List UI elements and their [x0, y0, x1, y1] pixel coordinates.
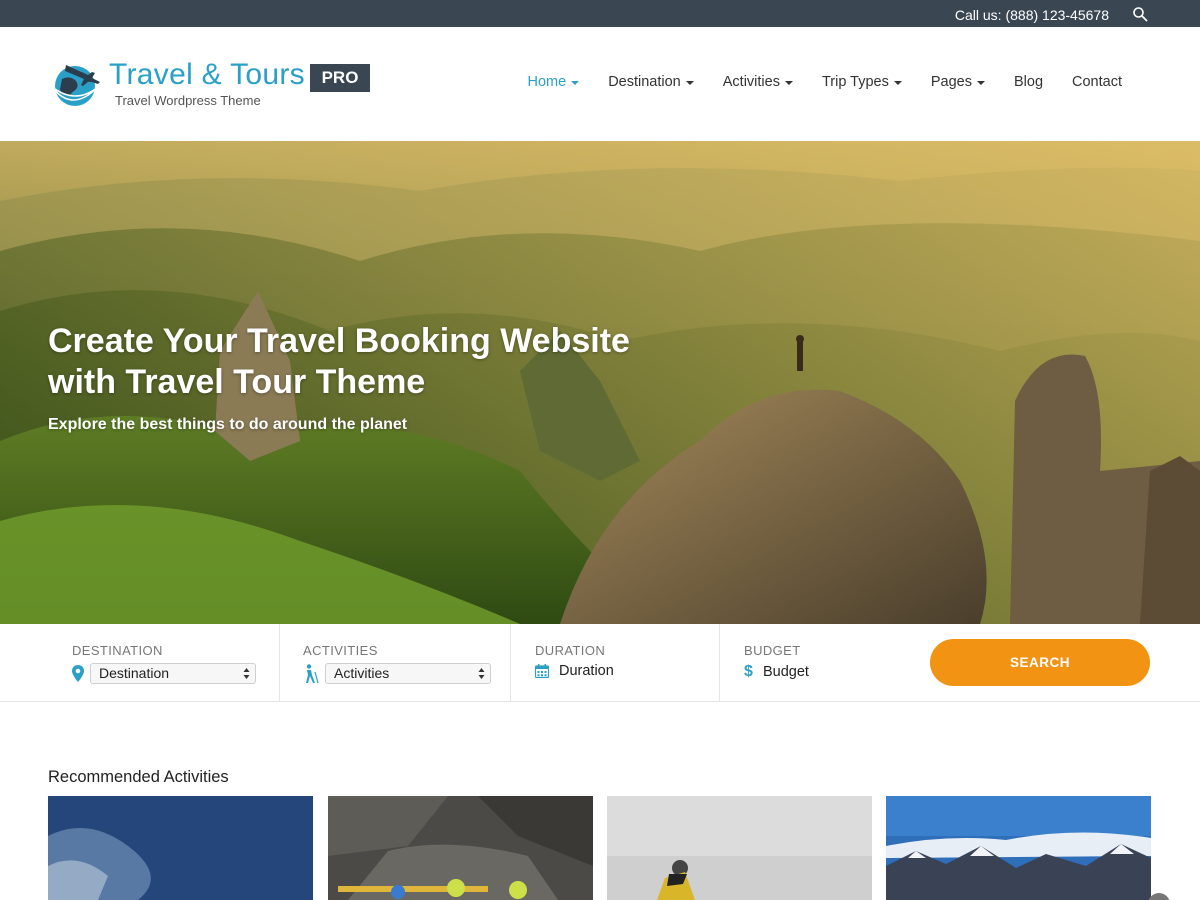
nav-blog-label: Blog [1013, 74, 1044, 90]
nav-pages-label: Pages [930, 74, 972, 90]
budget-value: Budget [763, 664, 809, 680]
recommended-cards [48, 796, 1152, 900]
activity-card-skiing[interactable] [48, 796, 313, 900]
destination-select[interactable]: Destination [90, 663, 256, 684]
activity-card-mountains[interactable] [886, 796, 1151, 900]
hero-banner: Create Your Travel Booking Website with … [0, 141, 1200, 624]
nav-pages[interactable]: Pages [931, 74, 985, 90]
nav-activities-label: Activities [722, 74, 780, 90]
duration-field[interactable]: DURATION Duration [535, 624, 705, 702]
logo-subtitle: Travel Wordpress Theme [115, 93, 261, 108]
nav-contact-label: Contact [1072, 74, 1122, 90]
hero-title-line2: with Travel Tour Theme [48, 363, 426, 401]
globe-plane-icon [51, 65, 100, 106]
pro-badge: PRO [310, 64, 370, 92]
nav-home-label: Home [527, 74, 567, 90]
activity-image [886, 796, 1151, 900]
caret-down-icon [976, 80, 985, 85]
divider [279, 624, 280, 702]
select-arrows-icon [243, 668, 250, 679]
call-us-text: Call us: (888) 123-45678 [954, 7, 1109, 23]
site-header: Travel & Tours PRO Travel Wordpress Them… [0, 27, 1200, 141]
divider [510, 624, 511, 702]
activities-label: ACTIVITIES [303, 643, 378, 658]
caret-down-icon [893, 80, 902, 85]
nav-destination[interactable]: Destination [608, 74, 694, 90]
hiker-icon [306, 663, 319, 683]
destination-select-value: Destination [99, 665, 170, 681]
activities-select[interactable]: Activities [325, 663, 491, 684]
nav-blog[interactable]: Blog [1014, 74, 1043, 90]
duration-value: Duration [559, 663, 614, 679]
nav-contact[interactable]: Contact [1072, 74, 1122, 90]
activity-card-rafting[interactable] [328, 796, 593, 900]
activity-image [607, 796, 872, 900]
nav-home[interactable]: Home [528, 74, 580, 90]
budget-field[interactable]: BUDGET $ Budget [744, 624, 904, 702]
activities-field: ACTIVITIES Activities [303, 624, 503, 702]
nav-activities[interactable]: Activities [723, 74, 793, 90]
budget-label: BUDGET [744, 643, 801, 658]
divider [719, 624, 720, 702]
duration-label: DURATION [535, 643, 606, 658]
recommended-title: Recommended Activities [48, 768, 229, 786]
nav-trip-types[interactable]: Trip Types [822, 74, 902, 90]
site-logo[interactable]: Travel & Tours PRO Travel Wordpress Them… [48, 57, 378, 113]
activity-image [48, 796, 313, 900]
destination-field: DESTINATION Destination [72, 624, 272, 702]
hero-title: Create Your Travel Booking Website with … [48, 321, 728, 403]
hero-title-line1: Create Your Travel Booking Website [48, 322, 630, 360]
logo-title: Travel & Tours [109, 58, 305, 91]
caret-down-icon [784, 80, 793, 85]
destination-label: DESTINATION [72, 643, 163, 658]
hero-subtitle: Explore the best things to do around the… [48, 416, 408, 433]
select-arrows-icon [478, 668, 485, 679]
search-button[interactable]: SEARCH [930, 639, 1150, 686]
search-icon[interactable] [1132, 6, 1148, 22]
nav-destination-label: Destination [608, 74, 681, 90]
nav-trip-types-label: Trip Types [821, 74, 889, 90]
dollar-icon: $ [744, 663, 753, 680]
activity-image [328, 796, 593, 900]
trip-search-bar: DESTINATION Destination ACTIVITIES Activ… [0, 624, 1200, 702]
main-nav: Home Destination Activities Trip Types P… [499, 74, 1122, 90]
map-pin-icon [72, 665, 84, 682]
activities-select-value: Activities [334, 665, 390, 681]
caret-down-icon [571, 80, 580, 85]
calendar-icon [535, 664, 549, 678]
caret-down-icon [685, 80, 694, 85]
activity-card-biking[interactable] [607, 796, 872, 900]
top-bar: Call us: (888) 123-45678 [0, 0, 1200, 27]
